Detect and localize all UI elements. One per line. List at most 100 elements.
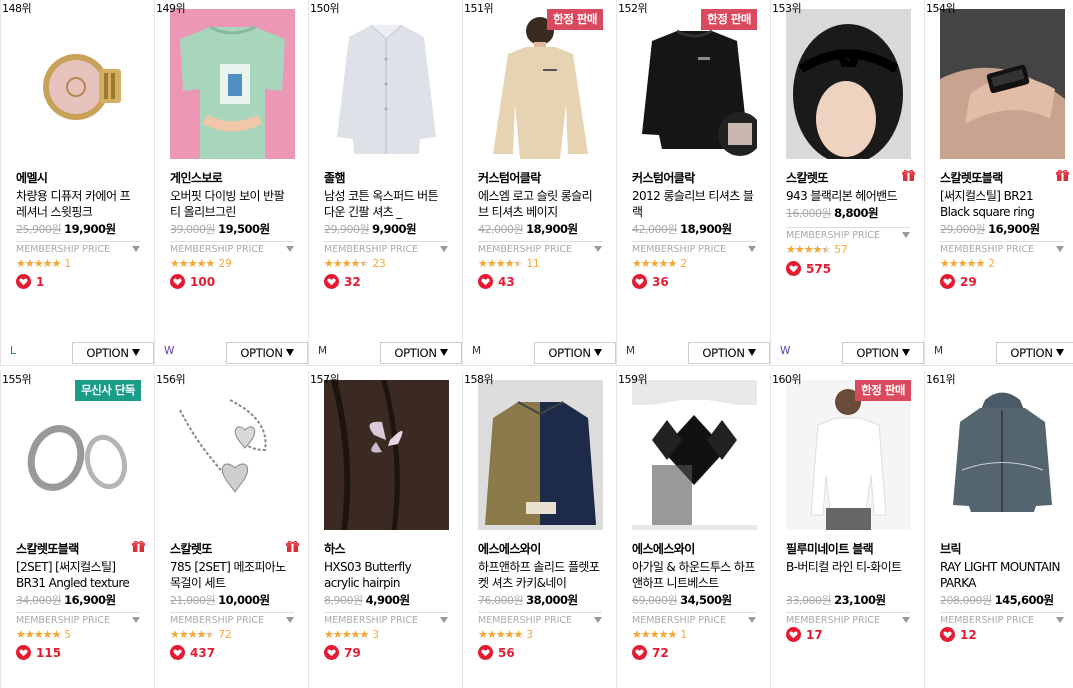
product-image[interactable] xyxy=(324,380,449,530)
original-price: 76,000원 xyxy=(478,594,524,607)
brand-link[interactable]: 스칼렛또블랙 xyxy=(940,169,1003,186)
membership-price-toggle[interactable]: MEMBERSHIP PRICE xyxy=(632,241,756,255)
like-button[interactable]: 32 xyxy=(324,274,361,289)
brand-link[interactable]: 하스 xyxy=(324,540,345,557)
product-name-link[interactable]: 하프앤하프 솔리드 플렛포켓 셔츠 카키&네이 xyxy=(478,559,602,591)
like-button[interactable]: 100 xyxy=(170,274,215,289)
like-button[interactable]: 17 xyxy=(786,627,823,642)
product-name-link[interactable]: B-버티컬 라인 티-화이트 xyxy=(786,559,910,591)
like-button[interactable]: 56 xyxy=(478,645,515,660)
membership-price-toggle[interactable]: MEMBERSHIP PRICE xyxy=(16,612,140,626)
like-button[interactable]: 72 xyxy=(632,645,669,660)
like-count: 17 xyxy=(806,628,823,642)
membership-price-toggle[interactable]: MEMBERSHIP PRICE xyxy=(170,241,294,255)
product-card[interactable]: 156위 스칼렛또 785 [2SET] 메조피아노 목걸이 세트 21,000원 10… xyxy=(154,371,308,688)
product-name-link[interactable]: 오버핏 다이빙 보이 반팔티 올리브그린 xyxy=(170,188,294,220)
product-name-link[interactable]: 2012 롱슬리브 티셔츠 블랙 xyxy=(632,188,756,220)
product-image[interactable]: 무신사 단독 xyxy=(16,380,141,530)
membership-price-label: MEMBERSHIP PRICE xyxy=(940,244,1035,255)
like-button[interactable]: 437 xyxy=(170,645,215,660)
product-card[interactable]: 155위 무신사 단독 스칼렛또블랙 [2SET] [써지컬스틸] BR31 Angl… xyxy=(0,371,154,688)
option-button[interactable]: OPTION xyxy=(688,342,770,364)
brand-link[interactable]: 스칼렛또블랙 xyxy=(16,540,79,557)
product-image[interactable]: 한정 판매 xyxy=(786,380,911,530)
like-button[interactable]: 12 xyxy=(940,627,977,642)
option-button[interactable]: OPTION xyxy=(996,342,1073,364)
promo-badge: 무신사 단독 xyxy=(75,380,141,401)
brand-link[interactable]: 졸햄 xyxy=(324,169,345,186)
product-card[interactable]: 148위 에멜시 차량용 디퓨저 카에어 프레셔너 스윗핑크 25,900원 19,90… xyxy=(0,0,154,365)
product-name-link[interactable]: 남성 코튼 옥스퍼드 버튼다운 긴팔 셔츠 _ xyxy=(324,188,448,220)
like-button[interactable]: 79 xyxy=(324,645,361,660)
like-button[interactable]: 43 xyxy=(478,274,515,289)
like-button[interactable]: 115 xyxy=(16,645,61,660)
product-card[interactable]: 158위 에스에스와이 하프앤하프 솔리드 플렛포켓 셔츠 카키&네이 76,000원… xyxy=(462,371,616,688)
product-name-link[interactable]: RAY LIGHT MOUNTAIN PARKA xyxy=(940,559,1064,591)
brand-link[interactable]: 에멜시 xyxy=(16,169,48,186)
brand-link[interactable]: 필루미네이트 블랙 xyxy=(786,540,874,557)
product-image[interactable] xyxy=(170,9,295,159)
product-card[interactable]: 154위 스칼렛또블랙 [써지컬스틸] BR21 Black square ring… xyxy=(924,0,1073,365)
product-name-link[interactable]: 에스엠 로고 슬릿 롱슬리브 티셔츠 베이지 xyxy=(478,188,602,220)
brand-link[interactable]: 게인스보로 xyxy=(170,169,223,186)
like-button[interactable]: 29 xyxy=(940,274,977,289)
product-card[interactable]: 153위 스칼렛또 943 블랙리본 헤어밴드 16,000원 8,800원 MEMBER… xyxy=(770,0,924,365)
like-button[interactable]: 36 xyxy=(632,274,669,289)
star-rating-icon: ★★★★★★★★★★ xyxy=(16,628,61,641)
brand-link[interactable]: 에스에스와이 xyxy=(478,540,541,557)
product-card[interactable]: 160위 한정 판매 필루미네이트 블랙 B-버티컬 라인 티-화이트 33,000원 2… xyxy=(770,371,924,688)
membership-price-toggle[interactable]: MEMBERSHIP PRICE xyxy=(940,241,1064,255)
membership-price-toggle[interactable]: MEMBERSHIP PRICE xyxy=(786,227,910,241)
review-count: 1 xyxy=(64,258,71,270)
product-image[interactable] xyxy=(170,380,295,530)
membership-price-toggle[interactable]: MEMBERSHIP PRICE xyxy=(478,241,602,255)
option-label: OPTION xyxy=(394,346,437,360)
brand-link[interactable]: 브릭 xyxy=(940,540,961,557)
product-card[interactable]: 149위 게인스보로 오버핏 다이빙 보이 반팔티 올리브그린 39,000원 19,5… xyxy=(154,0,308,365)
product-card[interactable]: 159위 에스에스와이 아가일 & 하운드투스 하프앤하프 니트베스트 69,000원… xyxy=(616,371,770,688)
sale-price: 145,600원 xyxy=(994,593,1054,607)
membership-price-toggle[interactable]: MEMBERSHIP PRICE xyxy=(478,612,602,626)
brand-link[interactable]: 스칼렛또 xyxy=(170,540,212,557)
product-image[interactable] xyxy=(16,9,141,159)
brand-link[interactable]: 스칼렛또 xyxy=(786,169,828,186)
membership-price-toggle[interactable]: MEMBERSHIP PRICE xyxy=(170,612,294,626)
membership-price-toggle[interactable]: MEMBERSHIP PRICE xyxy=(786,612,910,626)
product-image[interactable] xyxy=(940,9,1065,159)
product-image[interactable] xyxy=(632,380,757,530)
membership-price-toggle[interactable]: MEMBERSHIP PRICE xyxy=(632,612,756,626)
product-card[interactable]: 152위 한정 판매 커스텀어클락 2012 롱슬리브 티셔츠 블랙 42,000원 18… xyxy=(616,0,770,365)
option-button[interactable]: OPTION xyxy=(842,342,924,364)
product-name-link[interactable]: HXS03 Butterfly acrylic hairpin xyxy=(324,559,448,591)
product-card[interactable]: 157위 하스 HXS03 Butterfly acrylic hairpin 8,9… xyxy=(308,371,462,688)
brand-link[interactable]: 커스텀어클락 xyxy=(478,169,541,186)
product-image[interactable] xyxy=(478,380,603,530)
brand-link[interactable]: 커스텀어클락 xyxy=(632,169,695,186)
product-name-link[interactable]: 아가일 & 하운드투스 하프앤하프 니트베스트 xyxy=(632,559,756,591)
option-button[interactable]: OPTION xyxy=(534,342,616,364)
like-button[interactable]: 575 xyxy=(786,261,831,276)
product-name-link[interactable]: [써지컬스틸] BR21 Black square ring xyxy=(940,188,1064,220)
product-image[interactable] xyxy=(786,9,911,159)
triangle-down-icon xyxy=(285,349,294,356)
brand-link[interactable]: 에스에스와이 xyxy=(632,540,695,557)
product-name-link[interactable]: [2SET] [써지컬스틸] BR31 Angled texture xyxy=(16,559,140,591)
membership-price-toggle[interactable]: MEMBERSHIP PRICE xyxy=(940,612,1064,626)
product-card[interactable]: 150위 졸햄 남성 코튼 옥스퍼드 버튼다운 긴팔 셔츠 _ 29,900원 9,90… xyxy=(308,0,462,365)
product-name-link[interactable]: 785 [2SET] 메조피아노 목걸이 세트 xyxy=(170,559,294,591)
product-card[interactable]: 151위 한정 판매 커스텀어클락 에스엠 로고 슬릿 롱슬리브 티셔츠 베이지 42,… xyxy=(462,0,616,365)
membership-price-toggle[interactable]: MEMBERSHIP PRICE xyxy=(16,241,140,255)
product-image[interactable]: 한정 판매 xyxy=(478,9,603,159)
membership-price-toggle[interactable]: MEMBERSHIP PRICE xyxy=(324,612,448,626)
option-button[interactable]: OPTION xyxy=(226,342,308,364)
like-button[interactable]: 1 xyxy=(16,274,44,289)
product-image[interactable]: 한정 판매 xyxy=(632,9,757,159)
product-name-link[interactable]: 차량용 디퓨저 카에어 프레셔너 스윗핑크 xyxy=(16,188,140,220)
product-card[interactable]: 161위 브릭 RAY LIGHT MOUNTAIN PARKA 208,000원 14… xyxy=(924,371,1073,688)
option-button[interactable]: OPTION xyxy=(72,342,154,364)
product-image[interactable] xyxy=(324,9,449,159)
option-button[interactable]: OPTION xyxy=(380,342,462,364)
heart-icon xyxy=(324,274,339,289)
product-image[interactable] xyxy=(940,380,1065,530)
membership-price-toggle[interactable]: MEMBERSHIP PRICE xyxy=(324,241,448,255)
